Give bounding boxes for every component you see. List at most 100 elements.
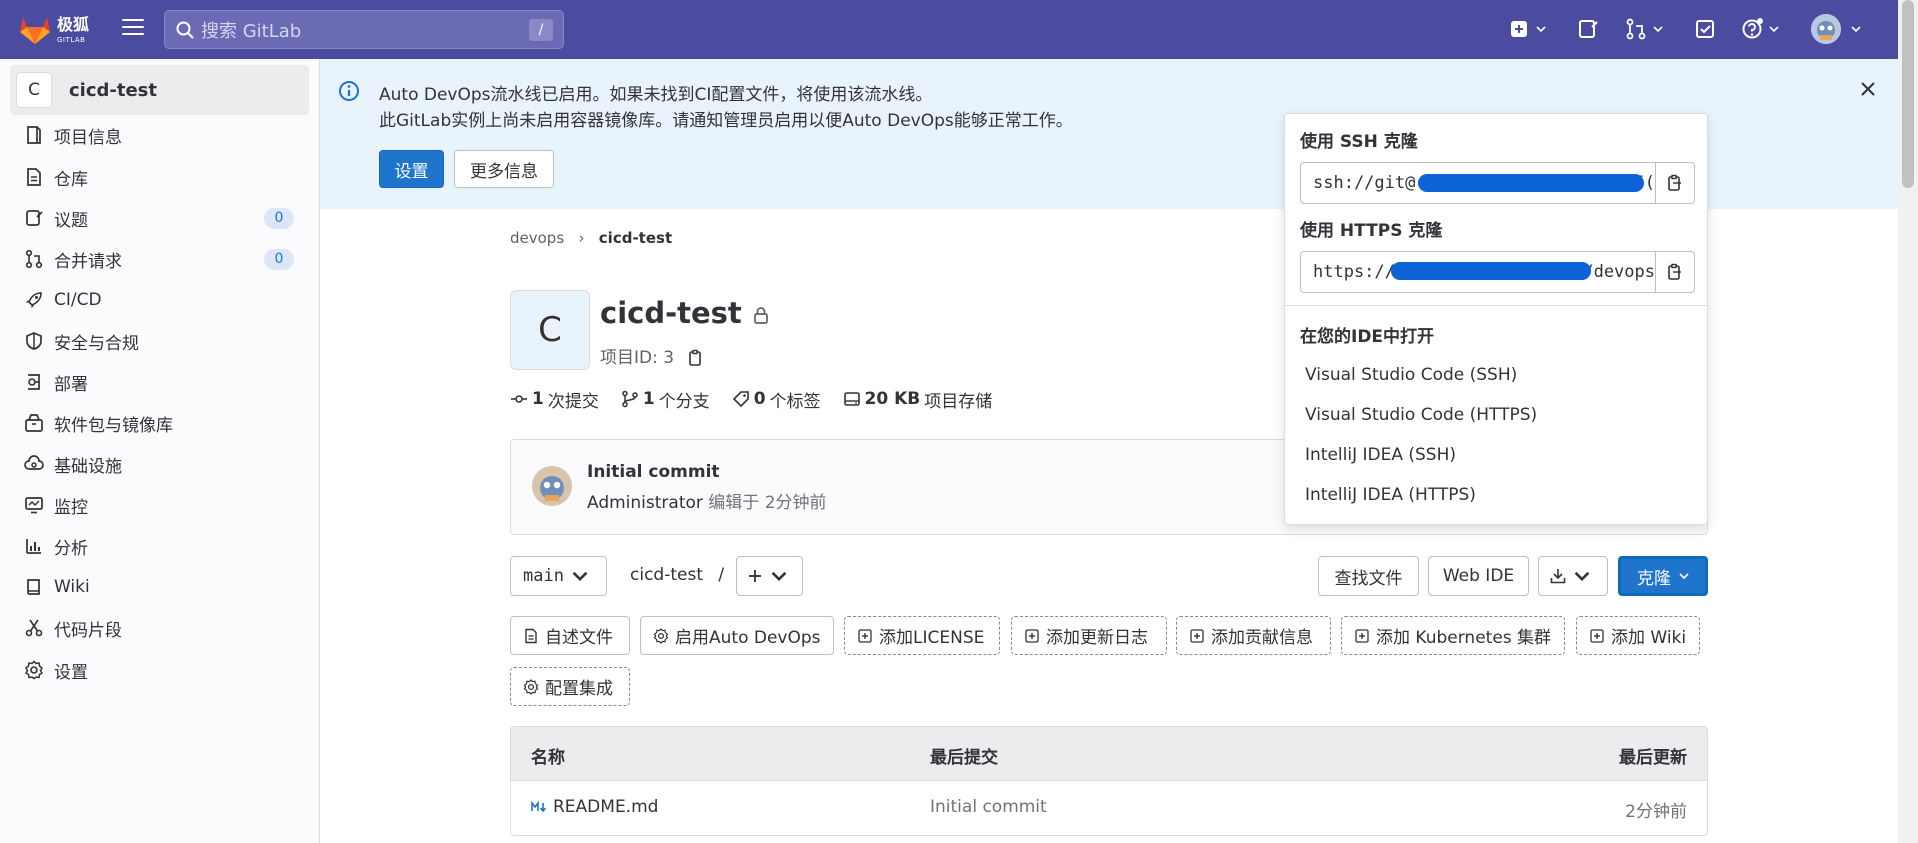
file-table-header: 名称 最后提交 最后更新 [511, 727, 1707, 781]
sidebar-item-project-info[interactable]: 项目信息 [24, 120, 294, 150]
alert-settings-button[interactable]: 设置 [379, 150, 444, 188]
open-in-ide-heading: 在您的IDE中打开 [1300, 327, 1435, 347]
logo-text[interactable]: 极狐 [57, 17, 89, 33]
gitlab-logo-icon[interactable] [18, 13, 52, 45]
new-item-icon[interactable] [1508, 18, 1530, 40]
https-clone-heading: 使用 HTTPS 克隆 [1300, 221, 1443, 241]
issues-icon[interactable] [1577, 18, 1599, 40]
sidebar-item-analytics[interactable]: 分析 [24, 531, 294, 561]
clone-button[interactable]: 克隆 [1618, 556, 1708, 596]
stat-commits[interactable]: 1 次提交 [510, 387, 599, 412]
sidebar-item-wiki[interactable]: Wiki [24, 572, 294, 602]
download-button[interactable] [1538, 556, 1608, 596]
sidebar-item-deployments[interactable]: 部署 [24, 367, 294, 397]
sidebar-item-merge-requests[interactable]: 合并请求 0 [24, 244, 294, 274]
top-bar: 极狐 GITLAB 搜索 GitLab / [0, 0, 1898, 59]
rocket-icon [26, 292, 42, 308]
sidebar-item-label: 合并请求 [54, 251, 122, 272]
add-license-button[interactable]: 添加LICENSE [844, 616, 1000, 655]
scrollbar-thumb[interactable] [1902, 0, 1914, 188]
add-wiki-button[interactable]: 添加 Wiki [1576, 616, 1700, 655]
issues-count-badge: 0 [264, 208, 294, 229]
copy-https-url-button[interactable] [1655, 251, 1695, 293]
sidebar-item-label: 基础设施 [54, 456, 122, 477]
shield-icon [26, 332, 42, 350]
enable-auto-devops-button[interactable]: 启用Auto DevOps [640, 616, 834, 655]
stat-storage[interactable]: 20 KB 项目存储 [843, 387, 992, 412]
action-label: 添加 Kubernetes 集群 [1376, 628, 1552, 648]
action-label: 添加LICENSE [879, 628, 985, 648]
commit-meta: Administrator 编辑于 2分钟前 [587, 488, 827, 513]
breadcrumb-parent[interactable]: devops [510, 229, 564, 247]
chart-icon [26, 539, 41, 554]
alert-more-info-button[interactable]: 更多信息 [454, 150, 554, 188]
open-vscode-https-item[interactable]: Visual Studio Code (HTTPS) [1305, 405, 1537, 425]
add-contributing-button[interactable]: 添加贡献信息 [1176, 616, 1331, 655]
action-label: 配置集成 [545, 679, 613, 699]
add-kubernetes-cluster-button[interactable]: 添加 Kubernetes 集群 [1341, 616, 1565, 655]
sidebar-item-repository[interactable]: 仓库 [24, 162, 294, 192]
repo-path-root[interactable]: cicd-test [630, 565, 703, 585]
commit-author-avatar[interactable] [532, 466, 572, 506]
page-title: cicd-test [600, 296, 770, 330]
add-changelog-button[interactable]: 添加更新日志 [1011, 616, 1167, 655]
clone-button-label: 克隆 [1637, 568, 1671, 589]
configure-integrations-button[interactable]: 配置集成 [510, 667, 630, 706]
search-input[interactable]: 搜索 GitLab / [164, 10, 564, 49]
merge-request-icon[interactable] [1625, 18, 1647, 40]
sidebar-item-issues[interactable]: 议题 0 [24, 203, 294, 233]
plus-square-icon [858, 628, 872, 643]
snippet-icon [25, 619, 43, 637]
help-icon[interactable] [1741, 18, 1763, 40]
https-url-start: https:// [1313, 262, 1395, 282]
project-avatar: C [510, 290, 590, 370]
sidebar-item-security[interactable]: 安全与合规 [24, 326, 294, 356]
stat-value: 0 [753, 389, 766, 409]
stat-branches[interactable]: 1 个分支 [621, 387, 710, 412]
open-intellij-ssh-item[interactable]: IntelliJ IDEA (SSH) [1305, 445, 1456, 465]
add-to-tree-button[interactable] [736, 556, 803, 596]
ssh-clone-heading: 使用 SSH 克隆 [1300, 132, 1418, 152]
web-ide-button[interactable]: Web IDE [1428, 556, 1529, 596]
sidebar-item-cicd[interactable]: CI/CD [24, 285, 294, 315]
sidebar-item-monitor[interactable]: 监控 [24, 490, 294, 520]
sidebar-item-snippets[interactable]: 代码片段 [24, 613, 294, 643]
copy-icon[interactable] [687, 349, 705, 367]
sidebar-item-label: 部署 [54, 374, 88, 395]
todo-icon[interactable] [1694, 18, 1716, 40]
file-name[interactable]: README.md [553, 797, 658, 817]
stat-tags[interactable]: 0 个标签 [732, 387, 821, 412]
chevron-down-icon[interactable] [1536, 24, 1546, 34]
cloud-icon [24, 455, 44, 470]
close-icon[interactable] [1859, 80, 1877, 98]
chevron-down-icon[interactable] [1653, 24, 1663, 34]
user-avatar[interactable] [1811, 14, 1841, 44]
chevron-down-icon [771, 571, 786, 582]
readme-button[interactable]: 自述文件 [510, 616, 630, 655]
copy-ssh-url-button[interactable] [1655, 162, 1695, 204]
project-id: 项目ID: 3 [600, 343, 705, 368]
sidebar-item-settings[interactable]: 设置 [24, 655, 294, 685]
file-last-update: 2分钟前 [1625, 802, 1687, 822]
commit-author[interactable]: Administrator [587, 493, 703, 513]
file-name-cell[interactable]: README.md [531, 797, 658, 817]
action-label: 添加 Wiki [1611, 628, 1687, 648]
branch-selector[interactable]: main [510, 556, 607, 596]
alert-message-line: 此GitLab实例上尚未启用容器镜像库。请通知管理员启用以便Auto DevOp… [379, 111, 1073, 131]
commit-title[interactable]: Initial commit [587, 462, 720, 482]
page-scrollbar[interactable] [1898, 0, 1918, 843]
open-vscode-ssh-item[interactable]: Visual Studio Code (SSH) [1305, 365, 1517, 385]
file-last-commit[interactable]: Initial commit [930, 797, 1047, 817]
gear-icon [24, 660, 44, 680]
table-row[interactable]: README.md Initial commit 2分钟前 [511, 781, 1707, 835]
sidebar-item-packages[interactable]: 软件包与镜像库 [24, 408, 294, 438]
sidebar-item-infrastructure[interactable]: 基础设施 [24, 449, 294, 479]
breadcrumb-current[interactable]: cicd-test [599, 229, 672, 247]
menu-icon[interactable] [122, 19, 144, 37]
sidebar-project-header[interactable]: C cicd-test [10, 65, 309, 115]
chevron-down-icon[interactable] [1769, 24, 1779, 34]
repo-path-separator: / [718, 565, 725, 585]
open-intellij-https-item[interactable]: IntelliJ IDEA (HTTPS) [1305, 485, 1476, 505]
find-file-button[interactable]: 查找文件 [1318, 556, 1419, 596]
chevron-down-icon[interactable] [1851, 24, 1861, 34]
